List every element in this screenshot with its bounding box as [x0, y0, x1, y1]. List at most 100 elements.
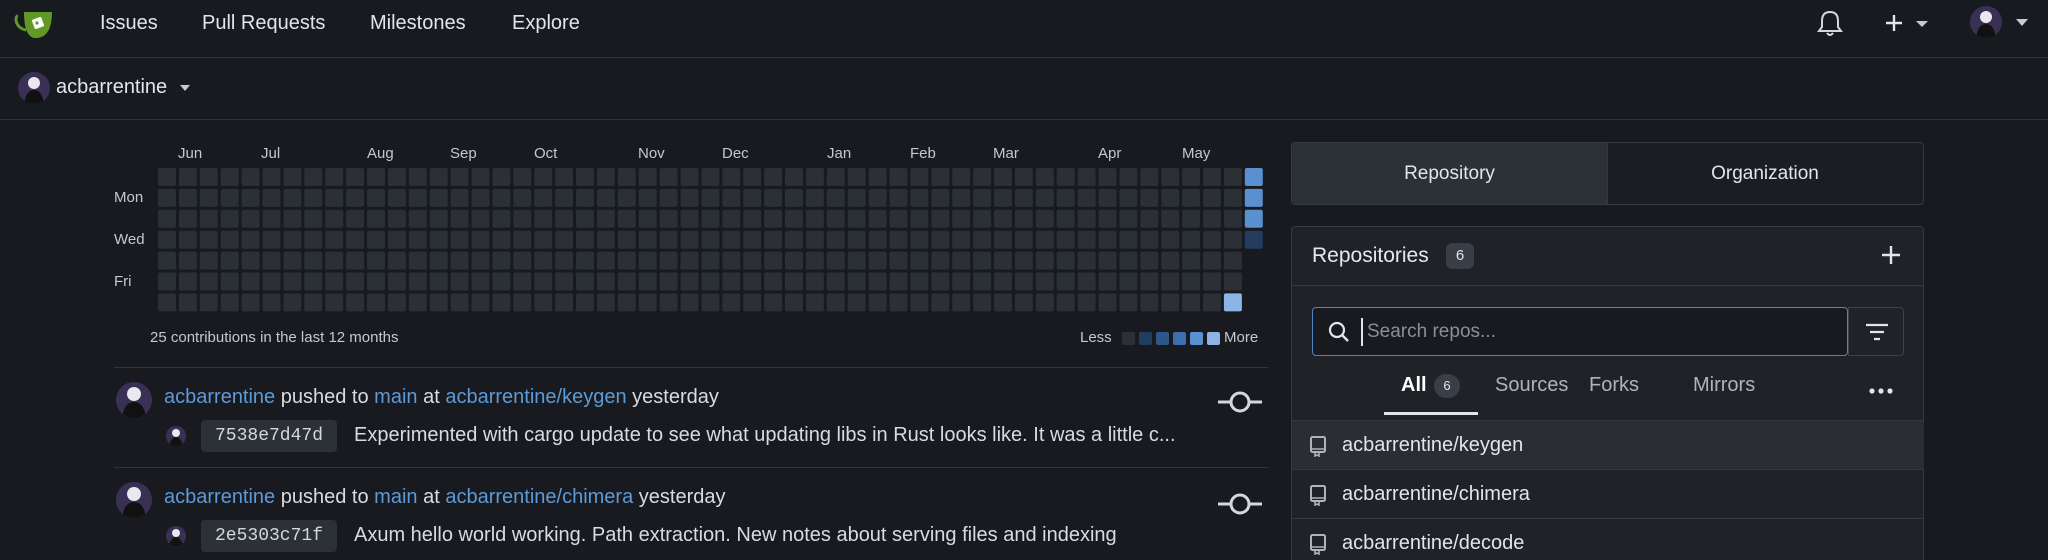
avatar — [18, 72, 50, 104]
month-label: Jun — [178, 145, 203, 162]
heatmap-cell — [367, 188, 385, 207]
filter-icon — [1866, 323, 1888, 341]
heatmap-cell — [743, 209, 762, 228]
heatmap-cell — [450, 272, 469, 291]
filter-tab-all[interactable]: All — [1401, 374, 1427, 397]
heatmap-cell — [1203, 188, 1221, 207]
heatmap-cell — [1035, 293, 1054, 312]
heatmap-cell — [1140, 188, 1159, 207]
heatmap-cell — [241, 230, 260, 249]
feed-branch-link[interactable]: main — [374, 486, 417, 508]
nav-pull-requests[interactable]: Pull Requests — [202, 12, 325, 35]
context-user-name[interactable]: acbarrentine — [56, 76, 167, 99]
heatmap-cell — [826, 230, 845, 249]
heatmap-cell — [805, 272, 824, 291]
search-input[interactable] — [1361, 318, 1831, 346]
heatmap-cell — [1161, 272, 1180, 291]
heatmap-cell — [1035, 209, 1054, 228]
filter-tab-forks[interactable]: Forks — [1589, 374, 1639, 397]
gitea-logo-icon[interactable] — [14, 6, 58, 47]
filter-button[interactable] — [1848, 307, 1904, 356]
heatmap-cell — [576, 188, 594, 207]
nav-issues[interactable]: Issues — [100, 12, 158, 35]
heatmap-cell — [534, 188, 553, 207]
heatmap-cell — [262, 293, 281, 312]
repo-list-item[interactable]: acbarrentine/decode — [1292, 518, 1924, 560]
heatmap-cell — [1182, 272, 1201, 291]
heatmap-cell — [262, 168, 281, 186]
feed-branch-link[interactable]: main — [374, 386, 417, 408]
top-navbar: Issues Pull Requests Milestones Explore — [0, 0, 2048, 58]
heatmap-cell — [1223, 272, 1242, 291]
heatmap-cell — [1119, 293, 1138, 312]
heatmap-cell — [1014, 188, 1033, 207]
heatmap-cell — [241, 209, 260, 228]
heatmap-cell — [847, 188, 866, 207]
heatmap-cell — [805, 188, 824, 207]
heatmap-cell — [596, 230, 615, 249]
kebab-icon[interactable] — [1868, 382, 1894, 400]
heatmap-cell — [367, 293, 385, 312]
heatmap-cell — [408, 272, 427, 291]
nav-explore[interactable]: Explore — [512, 12, 580, 35]
heatmap-cell — [513, 209, 532, 228]
feed-user-link[interactable]: acbarrentine — [164, 386, 275, 408]
heatmap-cell — [367, 251, 385, 270]
tab-organization[interactable]: Organization — [1607, 143, 1922, 204]
heatmap-cell — [764, 272, 783, 291]
heatmap-cell — [868, 272, 887, 291]
day-label: Wed — [114, 231, 145, 248]
feed-repo-link[interactable]: acbarrentine/keygen — [445, 386, 626, 408]
repo-name[interactable]: acbarrentine/keygen — [1342, 434, 1523, 457]
heatmap-cell — [764, 188, 783, 207]
avatar[interactable] — [116, 382, 152, 418]
feed-user-link[interactable]: acbarrentine — [164, 486, 275, 508]
heatmap-cell — [387, 188, 406, 207]
heatmap-cell — [659, 230, 678, 249]
filter-tab-mirrors[interactable]: Mirrors — [1693, 374, 1755, 397]
heatmap-cell — [952, 168, 971, 186]
heatmap-cell — [158, 168, 176, 186]
heatmap-cell — [680, 209, 699, 228]
heatmap-cell — [743, 168, 762, 186]
tab-repository[interactable]: Repository — [1292, 143, 1607, 204]
repo-list-item[interactable]: acbarrentine/keygen — [1292, 420, 1924, 469]
active-tab-indicator — [1384, 412, 1478, 415]
avatar[interactable] — [116, 482, 152, 518]
heatmap-cell — [931, 168, 950, 186]
heatmap-cell — [1077, 293, 1096, 312]
heatmap-cell — [973, 188, 992, 207]
bell-icon[interactable] — [1816, 8, 1844, 43]
repo-name[interactable]: acbarrentine/decode — [1342, 532, 1524, 555]
filter-tab-sources[interactable]: Sources — [1495, 374, 1568, 397]
commit-sha-link[interactable]: 2e5303c71f — [201, 520, 338, 552]
heatmap-cell — [889, 251, 908, 270]
heatmap-cell — [994, 272, 1012, 291]
heatmap-cell — [1056, 209, 1075, 228]
heatmap-cell — [973, 272, 992, 291]
heatmap-cell — [1140, 293, 1159, 312]
nav-milestones[interactable]: Milestones — [370, 12, 466, 35]
chevron-down-icon[interactable] — [180, 85, 190, 91]
commit-sha-link[interactable]: 7538e7d47d — [201, 420, 338, 452]
heatmap-cell — [785, 230, 803, 249]
heatmap-cell — [199, 230, 218, 249]
feed-repo-link[interactable]: acbarrentine/chimera — [445, 486, 633, 508]
repo-list-item[interactable]: acbarrentine/chimera — [1292, 469, 1924, 518]
repo-name[interactable]: acbarrentine/chimera — [1342, 483, 1530, 506]
heatmap-cell — [889, 188, 908, 207]
create-new-dropdown[interactable] — [1884, 12, 1932, 41]
heatmap-cell — [241, 188, 260, 207]
heatmap-cell — [199, 272, 218, 291]
all-count-badge: 6 — [1434, 374, 1460, 398]
heatmap-cell — [262, 188, 281, 207]
heatmap-cell — [1056, 272, 1075, 291]
heatmap-cell — [910, 230, 929, 249]
add-repo-plus-icon[interactable] — [1880, 244, 1902, 271]
heatmap-cell — [283, 230, 302, 249]
heatmap-cell — [1119, 230, 1138, 249]
heatmap-cell — [346, 168, 365, 186]
heatmap-cell — [1140, 168, 1159, 186]
heatmap-cell — [367, 272, 385, 291]
heatmap-cell — [1223, 251, 1242, 270]
